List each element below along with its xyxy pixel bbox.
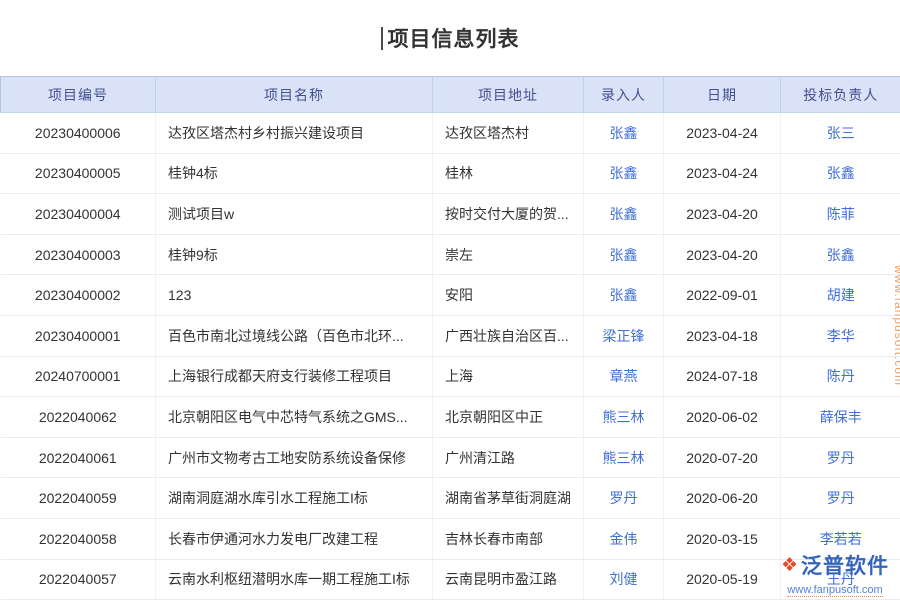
project-name-cell: 湖南洞庭湖水库引水工程施工I标	[156, 478, 433, 519]
bid-manager-link[interactable]: 李华	[781, 315, 900, 356]
project-address-cell: 桂林	[433, 153, 584, 194]
project-code-cell: 2022040059	[1, 478, 156, 519]
project-address-cell: 吉林长春市南部	[433, 518, 584, 559]
project-date-cell: 2022-09-01	[664, 275, 781, 316]
entry-person-link[interactable]: 张鑫	[584, 234, 664, 275]
project-address-cell: 广州清江路	[433, 437, 584, 478]
entry-person-link[interactable]: 罗丹	[584, 478, 664, 519]
project-code-cell: 2022040058	[1, 518, 156, 559]
table-row: 20230400005桂钟4标桂林张鑫2023-04-24张鑫	[1, 153, 900, 194]
entry-person-link[interactable]: 张鑫	[584, 194, 664, 235]
entry-person-link[interactable]: 刘健	[584, 559, 664, 600]
project-code-cell: 2022040057	[1, 559, 156, 600]
project-code-cell: 2022040062	[1, 397, 156, 438]
title-bar: 项目信息列表	[0, 0, 900, 76]
column-header-date: 日期	[664, 77, 781, 113]
bid-manager-link[interactable]: 陈菲	[781, 194, 900, 235]
project-name-cell: 桂钟4标	[156, 153, 433, 194]
project-name-cell: 桂钟9标	[156, 234, 433, 275]
table-row: 20240700001上海银行成都天府支行装修工程项目上海章燕2024-07-1…	[1, 356, 900, 397]
project-code-cell: 20230400001	[1, 315, 156, 356]
project-table: 项目编号项目名称项目地址录入人日期投标负责人 20230400006达孜区塔杰村…	[0, 76, 900, 600]
table-row: 2022040061广州市文物考古工地安防系统设备保修广州清江路熊三林2020-…	[1, 437, 900, 478]
project-address-cell: 湖南省茅草街洞庭湖	[433, 478, 584, 519]
entry-person-link[interactable]: 金伟	[584, 518, 664, 559]
entry-person-link[interactable]: 熊三林	[584, 437, 664, 478]
text-cursor	[381, 27, 383, 50]
table-row: 20230400003桂钟9标崇左张鑫2023-04-20张鑫	[1, 234, 900, 275]
project-address-cell: 按时交付大厦的贺...	[433, 194, 584, 235]
bid-manager-link[interactable]: 张鑫	[781, 153, 900, 194]
project-address-cell: 崇左	[433, 234, 584, 275]
column-header-bid: 投标负责人	[781, 77, 900, 113]
bid-manager-link[interactable]: 罗丹	[781, 478, 900, 519]
column-header-code: 项目编号	[1, 77, 156, 113]
page: 项目信息列表 项目编号项目名称项目地址录入人日期投标负责人 2023040000…	[0, 0, 900, 600]
project-name-cell: 百色市南北过境线公路（百色市北环...	[156, 315, 433, 356]
entry-person-link[interactable]: 章燕	[584, 356, 664, 397]
bid-manager-link[interactable]: 张鑫	[781, 234, 900, 275]
project-code-cell: 20240700001	[1, 356, 156, 397]
table-row: 20230400006达孜区塔杰村乡村振兴建设项目达孜区塔杰村张鑫2023-04…	[1, 113, 900, 154]
project-date-cell: 2023-04-20	[664, 234, 781, 275]
column-header-name: 项目名称	[156, 77, 433, 113]
page-title: 项目信息列表	[388, 23, 520, 53]
entry-person-link[interactable]: 张鑫	[584, 275, 664, 316]
bid-manager-link[interactable]: 陈丹	[781, 356, 900, 397]
project-name-cell: 达孜区塔杰村乡村振兴建设项目	[156, 113, 433, 154]
table-row: 20230400002123安阳张鑫2022-09-01胡建	[1, 275, 900, 316]
project-name-cell: 长春市伊通河水力发电厂改建工程	[156, 518, 433, 559]
project-code-cell: 20230400006	[1, 113, 156, 154]
entry-person-link[interactable]: 梁正锋	[584, 315, 664, 356]
column-header-entry: 录入人	[584, 77, 664, 113]
project-date-cell: 2020-07-20	[664, 437, 781, 478]
entry-person-link[interactable]: 张鑫	[584, 153, 664, 194]
project-name-cell: 123	[156, 275, 433, 316]
bid-manager-link[interactable]: 李若若	[781, 518, 900, 559]
project-address-cell: 安阳	[433, 275, 584, 316]
table-row: 20230400004测试项目w按时交付大厦的贺...张鑫2023-04-20陈…	[1, 194, 900, 235]
bid-manager-link[interactable]: 王丹	[781, 559, 900, 600]
project-address-cell: 广西壮族自治区百...	[433, 315, 584, 356]
header-row: 项目编号项目名称项目地址录入人日期投标负责人	[1, 77, 900, 113]
project-date-cell: 2023-04-24	[664, 113, 781, 154]
project-address-cell: 达孜区塔杰村	[433, 113, 584, 154]
project-name-cell: 云南水利枢纽潜明水库一期工程施工I标	[156, 559, 433, 600]
table-row: 2022040062北京朝阳区电气中芯特气系统之GMS...北京朝阳区中正熊三林…	[1, 397, 900, 438]
project-date-cell: 2024-07-18	[664, 356, 781, 397]
table-body: 20230400006达孜区塔杰村乡村振兴建设项目达孜区塔杰村张鑫2023-04…	[1, 113, 900, 600]
project-name-cell: 上海银行成都天府支行装修工程项目	[156, 356, 433, 397]
table-row: 2022040057云南水利枢纽潜明水库一期工程施工I标云南昆明市盈江路刘健20…	[1, 559, 900, 600]
project-date-cell: 2023-04-24	[664, 153, 781, 194]
bid-manager-link[interactable]: 罗丹	[781, 437, 900, 478]
bid-manager-link[interactable]: 胡建	[781, 275, 900, 316]
project-date-cell: 2020-06-02	[664, 397, 781, 438]
project-code-cell: 2022040061	[1, 437, 156, 478]
project-date-cell: 2023-04-18	[664, 315, 781, 356]
entry-person-link[interactable]: 张鑫	[584, 113, 664, 154]
project-address-cell: 云南昆明市盈江路	[433, 559, 584, 600]
table-row: 2022040059湖南洞庭湖水库引水工程施工I标湖南省茅草街洞庭湖罗丹2020…	[1, 478, 900, 519]
project-date-cell: 2020-06-20	[664, 478, 781, 519]
project-date-cell: 2020-03-15	[664, 518, 781, 559]
project-name-cell: 北京朝阳区电气中芯特气系统之GMS...	[156, 397, 433, 438]
project-address-cell: 北京朝阳区中正	[433, 397, 584, 438]
project-code-cell: 20230400005	[1, 153, 156, 194]
entry-person-link[interactable]: 熊三林	[584, 397, 664, 438]
project-name-cell: 广州市文物考古工地安防系统设备保修	[156, 437, 433, 478]
project-code-cell: 20230400004	[1, 194, 156, 235]
project-address-cell: 上海	[433, 356, 584, 397]
project-date-cell: 2020-05-19	[664, 559, 781, 600]
project-name-cell: 测试项目w	[156, 194, 433, 235]
project-code-cell: 20230400002	[1, 275, 156, 316]
bid-manager-link[interactable]: 张三	[781, 113, 900, 154]
table-row: 20230400001百色市南北过境线公路（百色市北环...广西壮族自治区百..…	[1, 315, 900, 356]
table-header: 项目编号项目名称项目地址录入人日期投标负责人	[1, 77, 900, 113]
table-row: 2022040058长春市伊通河水力发电厂改建工程吉林长春市南部金伟2020-0…	[1, 518, 900, 559]
project-code-cell: 20230400003	[1, 234, 156, 275]
project-date-cell: 2023-04-20	[664, 194, 781, 235]
bid-manager-link[interactable]: 薛保丰	[781, 397, 900, 438]
column-header-address: 项目地址	[433, 77, 584, 113]
